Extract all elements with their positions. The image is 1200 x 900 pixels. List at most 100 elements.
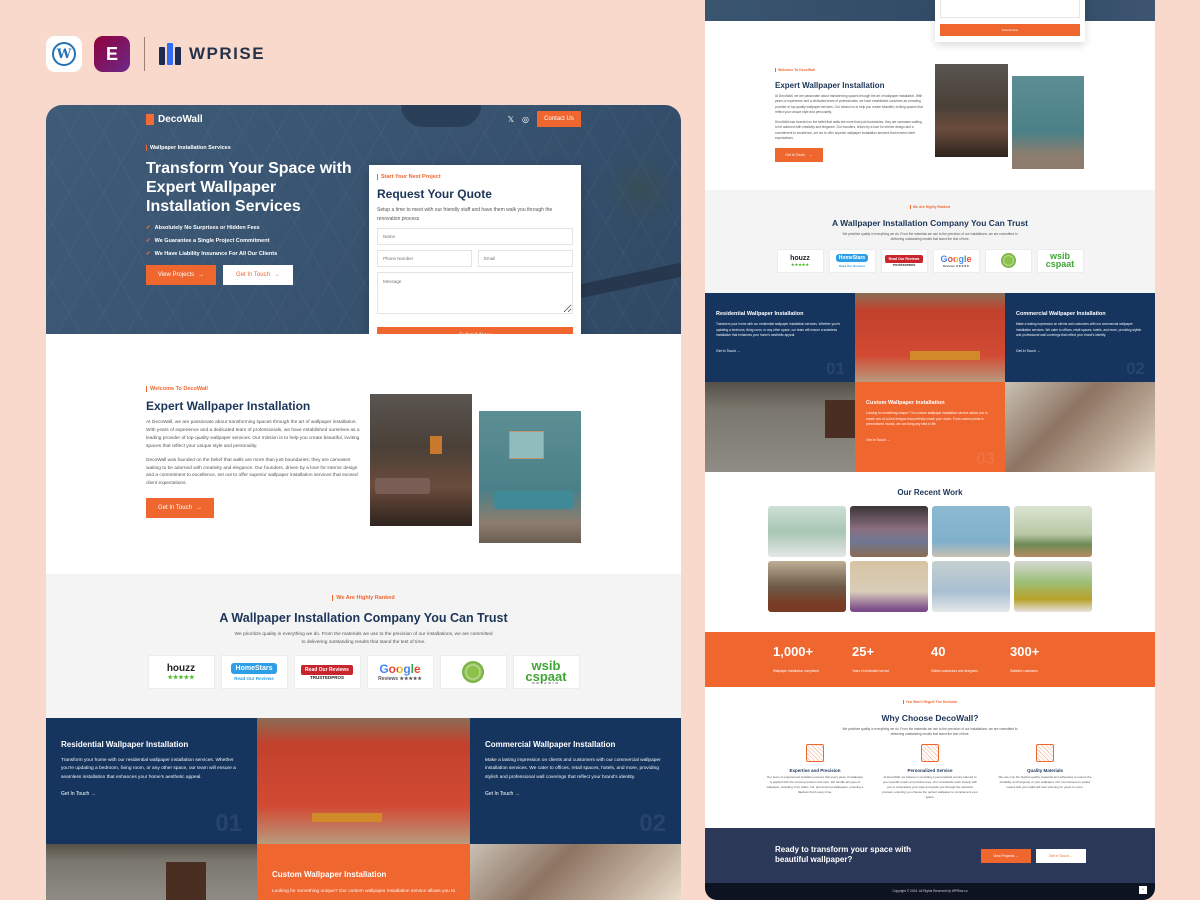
service-card-commercial: Commercial Wallpaper Installation Make a… [470, 718, 681, 844]
houzz-badge[interactable]: houzz ★★★★★ [147, 655, 215, 690]
feature-title: Personalized Service [907, 767, 953, 773]
gallery-photo[interactable] [1014, 506, 1092, 557]
google-reviews-badge[interactable]: Google Reviews ★★★★★ [366, 655, 434, 690]
homestars-badge[interactable]: HomeStars Read Our Reviews [828, 248, 876, 273]
red-wall-photo [855, 293, 1005, 382]
houzz-badge[interactable]: houzz ★★★★★ [776, 248, 824, 273]
get-in-touch-button[interactable]: Get In Touch → [1036, 849, 1086, 863]
name-input[interactable] [377, 228, 573, 245]
submit-now-button[interactable]: Submit Now [940, 24, 1080, 36]
service-get-in-touch-link[interactable]: Get In Touch → [485, 791, 520, 797]
trustedpros-badge[interactable]: Read Our Reviews TRUSTEDPROS [293, 655, 361, 690]
stat-item: 300+ Satisfied customers [1010, 632, 1089, 687]
certified-seal-badge[interactable] [984, 248, 1032, 273]
contact-us-button[interactable]: Contact Us [537, 111, 581, 127]
about-kicker: Welcome To DecoWall [146, 386, 366, 392]
gallery-photo[interactable] [850, 561, 928, 612]
scroll-to-top-button[interactable]: ^ [1139, 886, 1147, 894]
about-title: Expert Wallpaper Installation [146, 399, 311, 413]
recent-work-title: Our Recent Work [897, 488, 963, 497]
stat-label: Years of dedicated service [852, 669, 890, 673]
feature-list: Expertise and Precision Our team of exper… [705, 743, 1155, 800]
stat-value: 1,000+ [773, 644, 814, 659]
living-room-photo [935, 64, 1008, 157]
about-get-in-touch-button[interactable]: Get In Touch → [146, 498, 214, 519]
about-paragraph: At DecoWall, we are passionate about tra… [146, 420, 360, 449]
service-text: Make a lasting impression on clients and… [485, 758, 661, 780]
button-label: Get In Touch [785, 152, 806, 157]
teal-wall-photo [1012, 76, 1084, 169]
gallery-photo[interactable] [768, 506, 846, 557]
logo-mark-icon [146, 113, 154, 125]
why-title: Why Choose DecoWall? [881, 713, 979, 723]
logo-text: DecoWall [158, 113, 203, 125]
service-get-in-touch-link[interactable]: Get In Touch → [61, 791, 96, 797]
about-paragraph: At DecoWall, we are passionate about tra… [775, 94, 923, 115]
feature-text: Our team of experienced installers ensur… [766, 774, 864, 795]
about-section: Welcome To DecoWall Expert Wallpaper Ins… [775, 58, 925, 162]
button-label: View Projects [157, 271, 195, 278]
gallery-photo[interactable] [850, 506, 928, 557]
google-reviews-badge[interactable]: Google Reviews ★★★★★ [932, 248, 980, 273]
quote-form-tail: Submit Now [935, 0, 1085, 42]
wsib-badge[interactable]: wsib cspaat ONTARIO [512, 655, 580, 690]
service-number: 01 [215, 810, 242, 837]
recent-work-section: Our Recent Work [705, 472, 1155, 632]
quote-description: Setup a time to meet with our friendly s… [377, 207, 553, 222]
homestars-badge[interactable]: HomeStars Read Our Reviews [220, 655, 288, 690]
vendor-name: WPRISE [189, 44, 266, 63]
stat-value: 40 [931, 644, 946, 659]
view-projects-button[interactable]: View Projects → [981, 849, 1031, 863]
site-logo[interactable]: DecoWall [146, 113, 203, 125]
gallery-photo[interactable] [768, 561, 846, 612]
service-title: Custom Wallpaper Installation [866, 400, 945, 406]
hero-text: Wallpaper Installation Services Transfor… [146, 145, 356, 285]
arrow-right-icon: → [195, 505, 202, 512]
trustedpros-sub: TRUSTEDPROS [309, 674, 344, 680]
service-text: Make a lasting impression on clients and… [1016, 322, 1142, 338]
instagram-icon[interactable]: ◎ [522, 115, 529, 124]
why-choose-section: You Won't Regret The Decision Why Choose… [705, 687, 1155, 827]
service-get-in-touch-link[interactable]: Get In Touch → [1016, 349, 1040, 353]
service-get-in-touch-link[interactable]: Get In Touch → [866, 438, 890, 442]
gallery-photo[interactable] [1014, 561, 1092, 612]
email-input[interactable] [478, 250, 573, 267]
message-textarea[interactable] [377, 272, 573, 314]
stat-item: 1,000+ Wallpaper installation completed [773, 632, 852, 687]
check-text: We Have Liability Insurance For All Our … [154, 250, 278, 257]
wsib-badge[interactable]: wsib cspaat [1036, 248, 1084, 273]
wordpress-glyph: W [52, 42, 76, 66]
service-get-in-touch-link[interactable]: Get In Touch → [716, 349, 740, 353]
about-paragraph: DecoWall was founded on the belief that … [775, 119, 922, 141]
service-card-custom: Custom Wallpaper Installation Looking fo… [855, 382, 1005, 472]
service-card-custom: Custom Wallpaper Installation Looking fo… [257, 844, 470, 900]
phone-input[interactable] [377, 250, 472, 267]
trustedpros-badge[interactable]: Read Our Reviews TRUSTEDPROS [880, 248, 928, 273]
stars-icon: ★★★★★ [167, 675, 195, 682]
hero-checklist: ✔ Absolutely No Surprises or Hidden Fees … [146, 225, 356, 257]
get-in-touch-button[interactable]: Get In Touch → [223, 264, 293, 285]
shelf-decoration [566, 262, 681, 302]
hero-kicker: Wallpaper Installation Services [146, 145, 356, 151]
review-badges: houzz ★★★★★ HomeStars Read Our Reviews Rea… [705, 248, 1155, 273]
service-number: 03 [976, 449, 995, 468]
message-textarea[interactable] [940, 0, 1080, 18]
gallery-photo[interactable] [932, 506, 1010, 557]
brand-bar: W E WPRISE [46, 36, 265, 72]
view-projects-button[interactable]: View Projects → [146, 264, 216, 285]
x-twitter-icon[interactable]: 𝕏 [508, 115, 514, 124]
services-grid: Residential Wallpaper Installation Trans… [705, 293, 1155, 472]
about-get-in-touch-button[interactable]: Get In Touch → [775, 147, 823, 162]
google-logo: Google [940, 253, 972, 264]
certified-seal-badge[interactable] [439, 655, 507, 690]
gallery-photo[interactable] [932, 561, 1010, 612]
service-text: Transform your home with our residential… [716, 322, 841, 338]
cta-buttons: View Projects → Get In Touch → [981, 849, 1086, 863]
arrow-right-icon: → [198, 271, 205, 278]
elementor-icon: E [94, 36, 130, 72]
trust-title: A Wallpaper Installation Company You Can… [832, 218, 1028, 228]
hero-bottom-strip [705, 0, 1155, 21]
check-icon: ✔ [146, 224, 151, 231]
button-label: Get In Touch [236, 271, 270, 278]
nav-right: 𝕏 ◎ Contact Us [508, 111, 581, 127]
